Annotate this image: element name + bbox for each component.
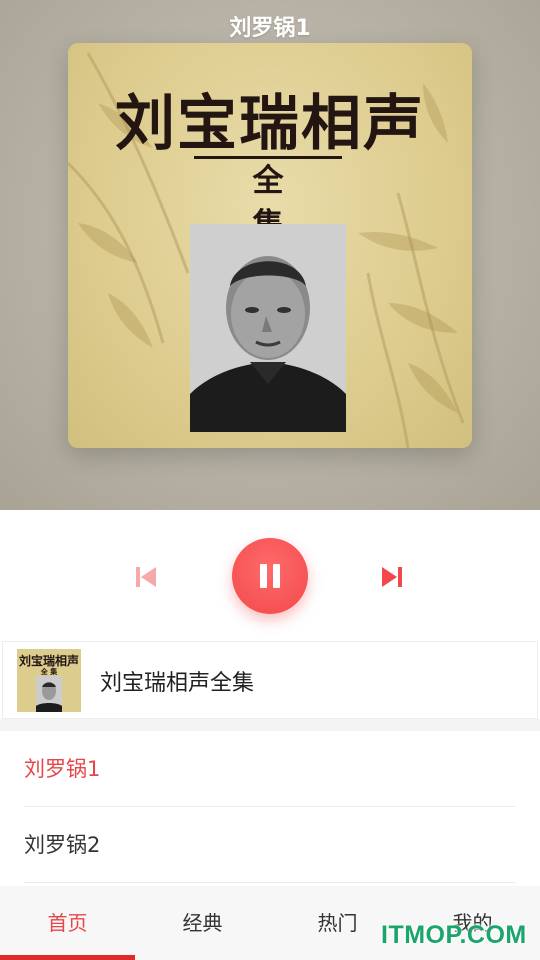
thumb-portrait bbox=[36, 676, 62, 712]
player-controls bbox=[0, 512, 540, 640]
track-item-active[interactable]: 刘罗锅1 bbox=[24, 731, 516, 807]
section-divider bbox=[0, 719, 540, 731]
cover-title: 刘宝瑞相声 bbox=[115, 89, 425, 159]
album-card[interactable]: 刘宝瑞相声 全 集 刘宝瑞相声全集 bbox=[2, 641, 538, 719]
watermark: ITMOP.COM bbox=[381, 921, 527, 949]
artist-portrait bbox=[190, 224, 346, 432]
active-tab-indicator bbox=[0, 955, 135, 960]
tab-home[interactable]: 首页 bbox=[0, 886, 135, 960]
now-playing-title: 刘罗锅1 bbox=[229, 16, 311, 41]
album-name: 刘宝瑞相声全集 bbox=[100, 671, 255, 696]
pause-button[interactable] bbox=[232, 538, 308, 614]
album-thumbnail: 刘宝瑞相声 全 集 bbox=[17, 649, 81, 712]
pause-icon bbox=[260, 564, 280, 588]
tab-classic[interactable]: 经典 bbox=[135, 886, 270, 960]
now-playing-hero: 刘罗锅1 刘宝瑞相声 全 集 bbox=[0, 0, 540, 510]
skip-next-icon[interactable] bbox=[377, 562, 407, 592]
album-cover-art: 刘宝瑞相声 全 集 bbox=[68, 43, 472, 448]
track-item[interactable]: 刘罗锅2 bbox=[24, 807, 516, 883]
skip-previous-icon[interactable] bbox=[131, 562, 161, 592]
